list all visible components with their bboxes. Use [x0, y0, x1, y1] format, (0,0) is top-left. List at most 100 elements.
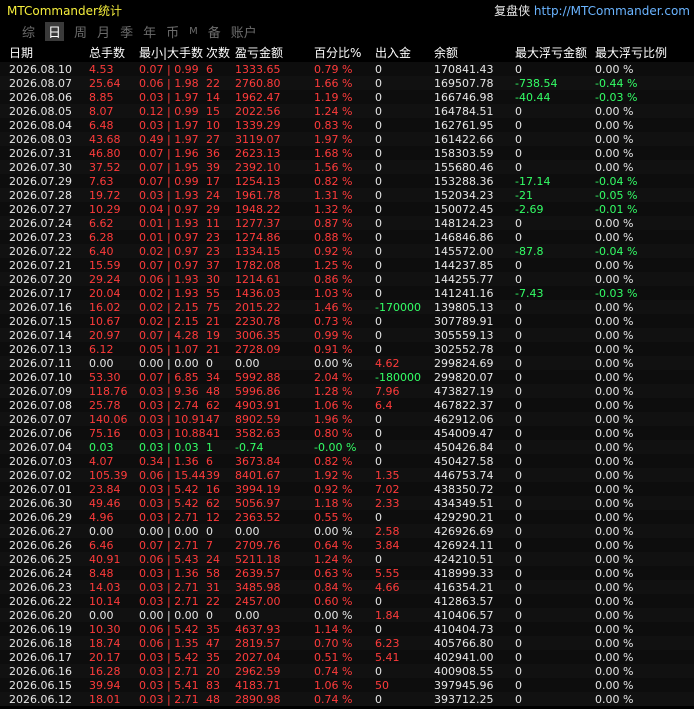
table-row[interactable]: 2026.07.01 23.84 0.03 | 5.42 16 3994.19 0.92 … [0, 482, 694, 496]
cell-minmax: 0.05 | 1.07 [139, 342, 199, 356]
table-row[interactable]: 2026.06.17 20.17 0.03 | 5.42 35 2027.04 0.51 … [0, 650, 694, 664]
cell-lots: 14.03 [89, 580, 121, 594]
cell-count: 29 [206, 202, 220, 216]
cell-maxddpct: 0.00 % [595, 622, 634, 636]
cell-balance: 141241.16 [434, 286, 494, 300]
cell-flow: 0 [375, 454, 382, 468]
table-row[interactable]: 2026.06.25 40.91 0.06 | 5.43 24 5211.18 1.24 … [0, 552, 694, 566]
cell-maxddpct: 0.00 % [595, 300, 634, 314]
cell-pnl: 3994.19 [235, 482, 281, 496]
cell-flow: 1.35 [375, 468, 400, 482]
table-row[interactable]: 2026.07.16 16.02 0.02 | 2.15 75 2015.22 1.46 … [0, 300, 694, 314]
column-header[interactable]: 盈亏金额 [235, 44, 314, 61]
cell-maxdd: 0 [515, 454, 522, 468]
table-row[interactable]: 2026.08.06 8.85 0.03 | 1.97 14 1962.47 1.19 %… [0, 90, 694, 104]
tab-4[interactable]: 季 [120, 22, 133, 41]
table-row[interactable]: 2026.07.20 29.24 0.06 | 1.93 30 1214.61 0.86 … [0, 272, 694, 286]
column-header[interactable]: 余额 [434, 44, 515, 61]
cell-pnl: 4183.71 [235, 678, 281, 692]
table-row[interactable]: 2026.07.30 37.52 0.07 | 1.95 39 2392.10 1.56 … [0, 160, 694, 174]
cell-date: 2026.06.24 [9, 566, 72, 580]
table-row[interactable]: 2026.06.29 4.96 0.03 | 2.71 12 2363.52 0.55 %… [0, 510, 694, 524]
table-row[interactable]: 2026.07.28 19.72 0.03 | 1.93 24 1961.78 1.31 … [0, 188, 694, 202]
column-header[interactable]: 日期 [0, 44, 89, 61]
table-row[interactable]: 2026.08.03 43.68 0.49 | 1.97 27 3119.07 1.97 … [0, 132, 694, 146]
column-header[interactable]: 出入金 [375, 44, 434, 61]
cell-maxddpct: 0.00 % [595, 356, 634, 370]
cell-date: 2026.07.21 [9, 258, 72, 272]
table-row[interactable]: 2026.08.07 25.64 0.06 | 1.98 22 2760.80 1.66 … [0, 76, 694, 90]
cell-count: 17 [206, 174, 220, 188]
table-row[interactable]: 2026.06.15 39.94 0.03 | 5.41 83 4183.71 1.06 … [0, 678, 694, 692]
cell-flow: 0 [375, 160, 382, 174]
table-row[interactable]: 2026.06.20 0.00 0.00 | 0.00 0 0.00 0.00 % 1.84… [0, 608, 694, 622]
table-row[interactable]: 2026.06.30 49.46 0.03 | 5.42 62 5056.97 1.18 … [0, 496, 694, 510]
cell-flow: 5.55 [375, 566, 400, 580]
table-row[interactable]: 2026.06.16 16.28 0.03 | 2.71 20 2962.59 0.74 … [0, 664, 694, 678]
cell-flow: 0 [375, 440, 382, 454]
table-row[interactable]: 2026.06.18 18.74 0.06 | 1.35 47 2819.57 0.70 … [0, 636, 694, 650]
tab-0[interactable]: 综 [22, 22, 35, 41]
table-row[interactable]: 2026.07.15 10.67 0.02 | 2.15 21 2230.78 0.73 … [0, 314, 694, 328]
cell-minmax: 0.03 | 1.97 [139, 118, 199, 132]
cell-pct: 1.03 % [314, 286, 353, 300]
column-header[interactable]: 次数 [206, 44, 235, 61]
table-row[interactable]: 2026.07.24 6.62 0.01 | 1.93 11 1277.37 0.87 %… [0, 216, 694, 230]
column-header[interactable]: 总手数 [89, 44, 139, 61]
table-row[interactable]: 2026.06.24 8.48 0.03 | 1.36 58 2639.57 0.63 %… [0, 566, 694, 580]
cell-minmax: 0.03 | 1.93 [139, 188, 199, 202]
cell-date: 2026.08.06 [9, 90, 72, 104]
table-row[interactable]: 2026.06.22 10.14 0.03 | 2.71 22 2457.00 0.60 … [0, 594, 694, 608]
table-row[interactable]: 2026.06.12 18.01 0.03 | 2.71 48 2890.98 0.74 … [0, 692, 694, 706]
table-row[interactable]: 2026.07.10 53.30 0.07 | 6.85 34 5992.88 2.04 … [0, 370, 694, 384]
tab-5[interactable]: 年 [143, 22, 156, 41]
tab-3[interactable]: 月 [97, 22, 110, 41]
tab-2[interactable]: 周 [74, 22, 87, 41]
table-row[interactable]: 2026.07.04 0.03 0.03 | 0.03 1 -0.74 -0.00 % 0 4… [0, 440, 694, 454]
table-row[interactable]: 2026.07.09 118.76 0.03 | 9.36 48 5996.86 1.28… [0, 384, 694, 398]
table-row[interactable]: 2026.08.10 4.53 0.07 | 0.99 6 1333.65 0.79 % 0… [0, 62, 694, 76]
tab-7[interactable]: M [189, 26, 198, 37]
column-header[interactable]: 最小|大手数 [139, 44, 206, 61]
table-row[interactable]: 2026.07.08 25.78 0.03 | 2.74 62 4903.91 1.06 … [0, 398, 694, 412]
table-row[interactable]: 2026.06.27 0.00 0.00 | 0.00 0 0.00 0.00 % 2.58… [0, 524, 694, 538]
table-row[interactable]: 2026.07.27 10.29 0.04 | 0.97 29 1948.22 1.32 … [0, 202, 694, 216]
table-row[interactable]: 2026.06.26 6.46 0.07 | 2.71 7 2709.76 0.64 % 3… [0, 538, 694, 552]
cell-maxdd: 0 [515, 482, 522, 496]
column-header[interactable]: 最大浮亏比例 [595, 44, 694, 61]
cell-lots: 10.67 [89, 314, 121, 328]
cell-count: 14 [206, 90, 220, 104]
cell-maxddpct: 0.00 % [595, 692, 634, 706]
table-row[interactable]: 2026.07.11 0.00 0.00 | 0.00 0 0.00 0.00 % 4.62… [0, 356, 694, 370]
tab-6[interactable]: 币 [166, 22, 179, 41]
tab-9[interactable]: 账户 [231, 22, 257, 41]
table-row[interactable]: 2026.06.19 10.30 0.06 | 5.42 35 4637.93 1.14 … [0, 622, 694, 636]
cell-lots: 10.30 [89, 622, 121, 636]
cell-maxddpct: 0.00 % [595, 104, 634, 118]
table-row[interactable]: 2026.07.07 140.06 0.03 | 10.91 47 8902.59 1.9… [0, 412, 694, 426]
table-row[interactable]: 2026.08.05 8.07 0.12 | 0.99 15 2022.56 1.24 %… [0, 104, 694, 118]
table-row[interactable]: 2026.07.17 20.04 0.02 | 1.93 55 1436.03 1.03 … [0, 286, 694, 300]
table-row[interactable]: 2026.07.14 20.97 0.07 | 4.28 19 3006.35 0.99 … [0, 328, 694, 342]
tab-1[interactable]: 日 [45, 21, 65, 41]
brand-url-link[interactable]: http://MTCommander.com [534, 4, 690, 18]
column-header[interactable]: 最大浮亏金额 [515, 44, 595, 61]
table-row[interactable]: 2026.06.23 14.03 0.03 | 2.71 31 3485.98 0.84 … [0, 580, 694, 594]
cell-maxddpct: 0.00 % [595, 146, 634, 160]
tab-8[interactable]: 备 [208, 22, 221, 41]
table-row[interactable]: 2026.07.29 7.63 0.07 | 0.99 17 1254.13 0.82 %… [0, 174, 694, 188]
table-row[interactable]: 2026.07.02 105.39 0.06 | 15.44 39 8401.67 1.9… [0, 468, 694, 482]
cell-balance: 426924.11 [434, 538, 494, 552]
column-header[interactable]: 百分比% [314, 44, 375, 61]
cell-balance: 467822.37 [434, 398, 494, 412]
table-row[interactable]: 2026.07.13 6.12 0.05 | 1.07 21 2728.09 0.91 %… [0, 342, 694, 356]
table-row[interactable]: 2026.07.31 46.80 0.07 | 1.96 36 2623.13 1.68 … [0, 146, 694, 160]
table-row[interactable]: 2026.07.21 15.59 0.07 | 0.97 37 1782.08 1.25 … [0, 258, 694, 272]
table-row[interactable]: 2026.08.04 6.48 0.03 | 1.97 10 1339.29 0.83 %… [0, 118, 694, 132]
table-row[interactable]: 2026.07.03 4.07 0.34 | 1.36 6 3673.84 0.82 % 0… [0, 454, 694, 468]
table-row[interactable]: 2026.07.23 6.28 0.01 | 0.97 23 1274.86 0.88 %… [0, 230, 694, 244]
cell-pct: 1.97 % [314, 132, 353, 146]
table-row[interactable]: 2026.07.06 75.16 0.03 | 10.88 41 3582.63 0.80… [0, 426, 694, 440]
table-row[interactable]: 2026.07.22 6.40 0.02 | 0.97 23 1334.15 0.92 %… [0, 244, 694, 258]
cell-minmax: 0.06 | 5.43 [139, 552, 199, 566]
